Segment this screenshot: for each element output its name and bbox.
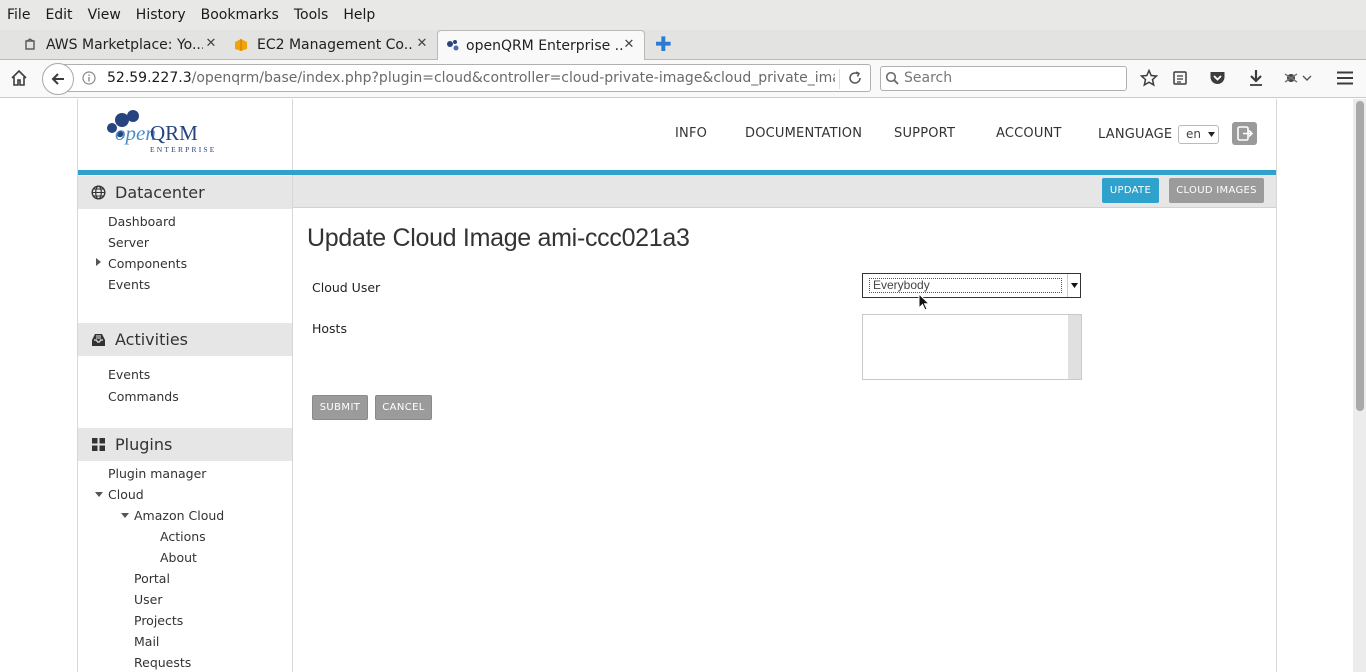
section-activities[interactable]: Activities — [78, 323, 292, 356]
cancel-button[interactable]: CANCEL — [375, 395, 432, 420]
sidebar-item-projects[interactable]: Projects — [134, 613, 183, 628]
reload-icon[interactable] — [848, 71, 862, 85]
sidebar-item-cloud[interactable]: Cloud — [108, 487, 144, 502]
submit-button[interactable]: SUBMIT — [312, 395, 368, 420]
nav-support[interactable]: SUPPORT — [894, 126, 955, 141]
bookmark-star-icon[interactable] — [1140, 69, 1158, 87]
tab-openqrm-enterprise[interactable]: openQRM Enterprise ... ✕ — [437, 30, 645, 61]
chevron-down-icon — [1071, 283, 1078, 288]
sidebar-item-events[interactable]: Events — [108, 277, 150, 292]
language-value: en — [1186, 127, 1201, 141]
language-select[interactable]: en — [1178, 125, 1219, 144]
page-title: Update Cloud Image ami-ccc021a3 — [307, 224, 690, 252]
menu-view[interactable]: View — [88, 7, 121, 23]
nav-documentation[interactable]: DOCUMENTATION — [745, 126, 862, 141]
close-icon[interactable]: ✕ — [204, 36, 218, 51]
menu-file[interactable]: File — [7, 7, 30, 23]
tab-ec2-management[interactable]: EC2 Management Co... ✕ — [234, 30, 429, 60]
sidebar-item-about[interactable]: About — [160, 550, 197, 565]
close-icon[interactable]: ✕ — [622, 37, 636, 52]
hosts-label: Hosts — [312, 321, 347, 336]
expand-arrow-icon[interactable] — [96, 258, 101, 266]
tab-label: AWS Marketplace: Yo... — [46, 37, 203, 53]
section-plugins[interactable]: Plugins — [78, 428, 292, 461]
tab-label: EC2 Management Co... — [257, 37, 414, 53]
sidebar-item-events[interactable]: Events — [108, 367, 150, 382]
cloud-user-dropdown-button[interactable] — [1067, 274, 1080, 297]
cube-icon — [235, 39, 247, 51]
collapse-arrow-icon[interactable] — [121, 513, 129, 518]
sidebar-item-plugin-manager[interactable]: Plugin manager — [108, 466, 206, 481]
language-label: LANGUAGE — [1098, 127, 1173, 142]
hosts-listbox-scrollbar[interactable] — [1068, 315, 1081, 379]
nav-info[interactable]: INFO — [675, 126, 707, 141]
collapse-arrow-icon[interactable] — [95, 492, 103, 497]
sidebar-item-actions[interactable]: Actions — [160, 529, 206, 544]
grid-icon — [92, 438, 105, 451]
menu-bookmarks[interactable]: Bookmarks — [201, 7, 279, 23]
sidebar-item-user[interactable]: User — [134, 592, 163, 607]
tab-aws-marketplace[interactable]: AWS Marketplace: Yo... ✕ — [23, 30, 218, 60]
openqrm-logo[interactable]: open QRM ENTERPRISE — [103, 108, 215, 156]
search-icon — [885, 71, 899, 85]
back-button[interactable] — [42, 63, 74, 95]
update-button[interactable]: UPDATE — [1102, 178, 1159, 203]
openqrm-icon — [447, 40, 459, 51]
new-tab-plus-icon[interactable]: ✚ — [655, 34, 672, 54]
svg-text:ENTERPRISE: ENTERPRISE — [150, 145, 215, 154]
sidebar-item-server[interactable]: Server — [108, 235, 149, 250]
section-title: Activities — [115, 330, 188, 349]
cloud-images-button[interactable]: CLOUD IMAGES — [1169, 178, 1264, 203]
sidebar-item-requests[interactable]: Requests — [134, 655, 191, 670]
section-title: Datacenter — [115, 183, 205, 202]
inbox-icon — [92, 334, 105, 346]
sidebar-item-mail[interactable]: Mail — [134, 634, 159, 649]
nav-account[interactable]: ACCOUNT — [996, 126, 1062, 141]
extension-dropdown-icon[interactable] — [1283, 70, 1313, 86]
close-icon[interactable]: ✕ — [415, 36, 429, 51]
sidebar-item-commands[interactable]: Commands — [108, 389, 179, 404]
aws-icon — [25, 38, 35, 50]
cloud-user-value: Everybody — [869, 278, 1062, 293]
globe-icon — [91, 185, 106, 200]
sidebar-item-portal[interactable]: Portal — [134, 571, 170, 586]
home-icon[interactable] — [10, 69, 28, 87]
url-text[interactable]: 52.59.227.3/openqrm/base/index.php?plugi… — [107, 70, 835, 86]
sidebar-item-dashboard[interactable]: Dashboard — [108, 214, 176, 229]
logout-button[interactable] — [1232, 122, 1257, 145]
pocket-icon[interactable] — [1209, 70, 1226, 86]
sidebar-item-amazon-cloud[interactable]: Amazon Cloud — [134, 508, 224, 523]
menu-edit[interactable]: Edit — [45, 7, 72, 23]
hosts-listbox[interactable] — [862, 314, 1082, 380]
mouse-cursor-icon — [918, 293, 930, 311]
menu-tools[interactable]: Tools — [294, 7, 329, 23]
logout-icon — [1236, 126, 1253, 141]
back-arrow-icon — [51, 73, 64, 85]
page-scrollbar-thumb[interactable] — [1356, 101, 1364, 411]
section-title: Plugins — [115, 435, 173, 454]
tab-label: openQRM Enterprise ... — [466, 38, 623, 54]
browser-menubar: File Edit View History Bookmarks Tools H… — [0, 0, 1366, 30]
hamburger-menu-icon[interactable] — [1336, 70, 1354, 86]
info-icon[interactable] — [82, 71, 96, 85]
sidebar-item-components[interactable]: Components — [108, 256, 187, 271]
chevron-down-icon — [1208, 132, 1215, 137]
reading-list-icon[interactable] — [1172, 70, 1188, 86]
search-placeholder: Search — [904, 70, 953, 86]
menu-help[interactable]: Help — [343, 7, 375, 23]
download-icon[interactable] — [1248, 69, 1264, 87]
section-datacenter[interactable]: Datacenter — [78, 176, 292, 209]
cloud-user-label: Cloud User — [312, 280, 381, 295]
menu-history[interactable]: History — [136, 7, 186, 23]
svg-text:QRM: QRM — [150, 121, 198, 145]
